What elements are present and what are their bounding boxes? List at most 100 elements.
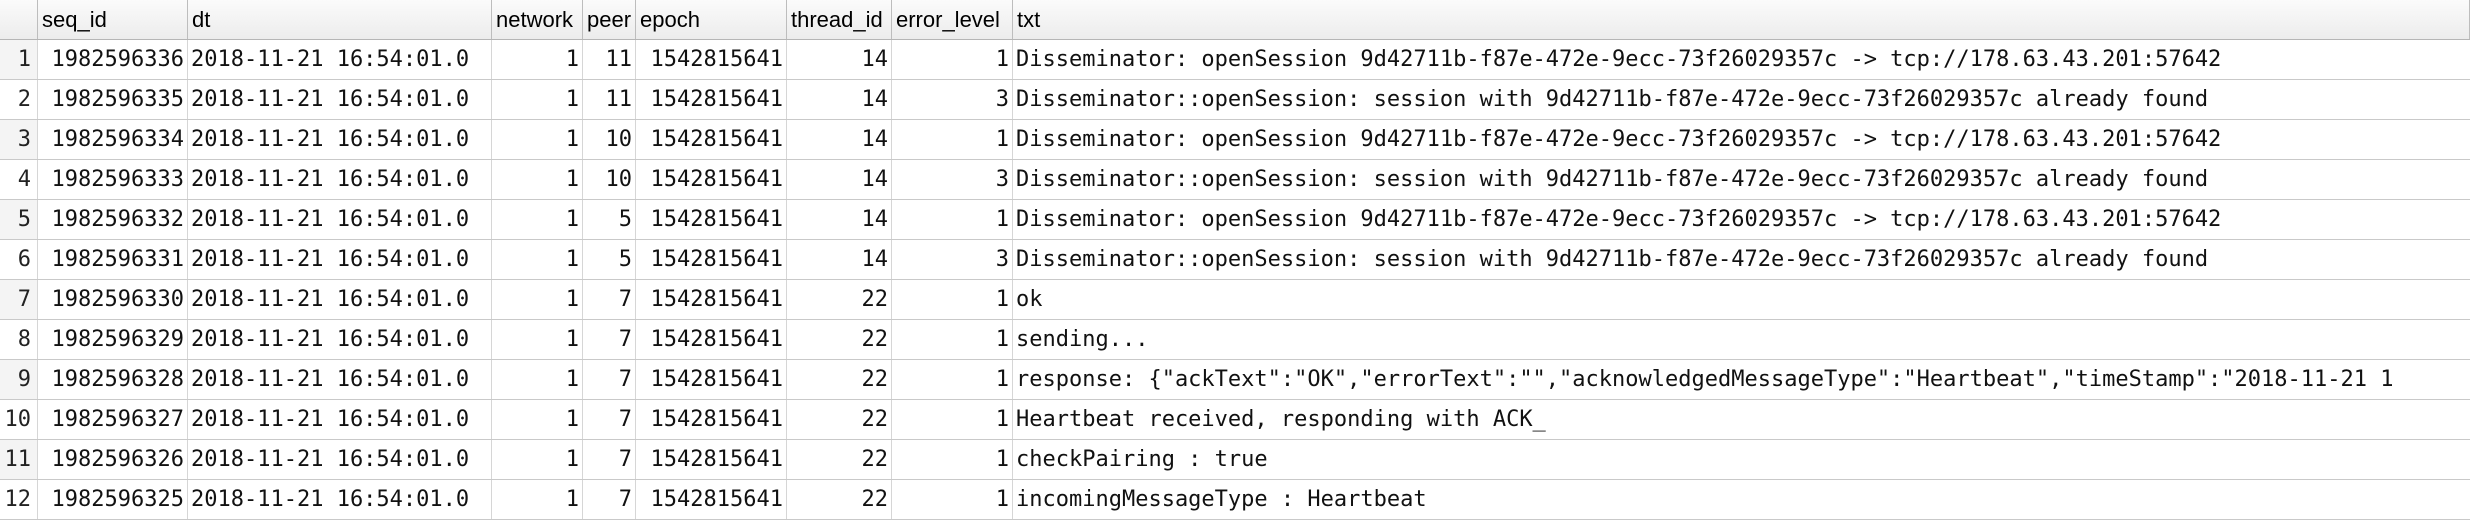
cell-peer[interactable]: 10 <box>583 160 636 199</box>
cell-dt[interactable]: 2018-11-21 16:54:01.0 <box>188 400 492 439</box>
table-row[interactable]: 11 1982596326 2018-11-21 16:54:01.0 1 7 15428… <box>0 440 2470 480</box>
cell-error-level[interactable]: 1 <box>892 200 1013 239</box>
column-header-thread-id[interactable]: thread_id <box>787 0 892 39</box>
cell-txt[interactable]: ok <box>1013 280 2470 319</box>
cell-seq-id[interactable]: 1982596326 <box>38 440 188 479</box>
cell-error-level[interactable]: 1 <box>892 320 1013 359</box>
table-row[interactable]: 6 1982596331 2018-11-21 16:54:01.0 1 5 154281… <box>0 240 2470 280</box>
cell-dt[interactable]: 2018-11-21 16:54:01.0 <box>188 120 492 159</box>
cell-thread-id[interactable]: 22 <box>787 480 892 519</box>
table-row[interactable]: 12 1982596325 2018-11-21 16:54:01.0 1 7 15428… <box>0 480 2470 520</box>
cell-network[interactable]: 1 <box>492 280 583 319</box>
cell-dt[interactable]: 2018-11-21 16:54:01.0 <box>188 440 492 479</box>
cell-peer[interactable]: 7 <box>583 320 636 359</box>
cell-peer[interactable]: 11 <box>583 40 636 79</box>
cell-txt[interactable]: Heartbeat received, responding with ACK_ <box>1013 400 2470 439</box>
table-row[interactable]: 5 1982596332 2018-11-21 16:54:01.0 1 5 154281… <box>0 200 2470 240</box>
column-header-peer[interactable]: peer <box>583 0 636 39</box>
cell-seq-id[interactable]: 1982596334 <box>38 120 188 159</box>
cell-thread-id[interactable]: 22 <box>787 280 892 319</box>
cell-peer[interactable]: 7 <box>583 400 636 439</box>
cell-thread-id[interactable]: 14 <box>787 160 892 199</box>
table-row[interactable]: 3 1982596334 2018-11-21 16:54:01.0 1 10 15428… <box>0 120 2470 160</box>
cell-error-level[interactable]: 1 <box>892 120 1013 159</box>
cell-network[interactable]: 1 <box>492 200 583 239</box>
cell-peer[interactable]: 7 <box>583 480 636 519</box>
cell-txt[interactable]: Disseminator: openSession 9d42711b-f87e-… <box>1013 40 2470 79</box>
row-number[interactable]: 2 <box>0 80 38 119</box>
cell-epoch[interactable]: 1542815641 <box>636 40 787 79</box>
row-number[interactable]: 11 <box>0 440 38 479</box>
row-number[interactable]: 8 <box>0 320 38 359</box>
table-row[interactable]: 7 1982596330 2018-11-21 16:54:01.0 1 7 154281… <box>0 280 2470 320</box>
cell-error-level[interactable]: 1 <box>892 280 1013 319</box>
row-number[interactable]: 3 <box>0 120 38 159</box>
cell-network[interactable]: 1 <box>492 240 583 279</box>
cell-dt[interactable]: 2018-11-21 16:54:01.0 <box>188 320 492 359</box>
cell-seq-id[interactable]: 1982596327 <box>38 400 188 439</box>
cell-seq-id[interactable]: 1982596336 <box>38 40 188 79</box>
cell-dt[interactable]: 2018-11-21 16:54:01.0 <box>188 160 492 199</box>
row-number[interactable]: 10 <box>0 400 38 439</box>
cell-txt[interactable]: Disseminator::openSession: session with … <box>1013 240 2470 279</box>
cell-error-level[interactable]: 1 <box>892 440 1013 479</box>
cell-epoch[interactable]: 1542815641 <box>636 160 787 199</box>
cell-txt[interactable]: response: {"ackText":"OK","errorText":""… <box>1013 360 2470 399</box>
cell-txt[interactable]: Disseminator::openSession: session with … <box>1013 160 2470 199</box>
cell-network[interactable]: 1 <box>492 120 583 159</box>
cell-peer[interactable]: 5 <box>583 240 636 279</box>
cell-txt[interactable]: Disseminator::openSession: session with … <box>1013 80 2470 119</box>
cell-thread-id[interactable]: 14 <box>787 40 892 79</box>
cell-epoch[interactable]: 1542815641 <box>636 280 787 319</box>
cell-error-level[interactable]: 1 <box>892 360 1013 399</box>
cell-epoch[interactable]: 1542815641 <box>636 400 787 439</box>
cell-peer[interactable]: 11 <box>583 80 636 119</box>
column-header-network[interactable]: network <box>492 0 583 39</box>
cell-epoch[interactable]: 1542815641 <box>636 320 787 359</box>
cell-seq-id[interactable]: 1982596329 <box>38 320 188 359</box>
cell-dt[interactable]: 2018-11-21 16:54:01.0 <box>188 360 492 399</box>
results-grid[interactable]: seq_id dt network peer epoch thread_id e… <box>0 0 2470 520</box>
table-row[interactable]: 9 1982596328 2018-11-21 16:54:01.0 1 7 154281… <box>0 360 2470 400</box>
cell-txt[interactable]: Disseminator: openSession 9d42711b-f87e-… <box>1013 120 2470 159</box>
cell-epoch[interactable]: 1542815641 <box>636 360 787 399</box>
cell-thread-id[interactable]: 22 <box>787 400 892 439</box>
column-header-error-level[interactable]: error_level <box>892 0 1013 39</box>
row-number[interactable]: 1 <box>0 40 38 79</box>
cell-peer[interactable]: 7 <box>583 280 636 319</box>
row-number[interactable]: 7 <box>0 280 38 319</box>
cell-dt[interactable]: 2018-11-21 16:54:01.0 <box>188 80 492 119</box>
row-number[interactable]: 6 <box>0 240 38 279</box>
cell-thread-id[interactable]: 14 <box>787 80 892 119</box>
cell-thread-id[interactable]: 22 <box>787 360 892 399</box>
cell-error-level[interactable]: 3 <box>892 240 1013 279</box>
cell-peer[interactable]: 5 <box>583 200 636 239</box>
cell-network[interactable]: 1 <box>492 40 583 79</box>
cell-dt[interactable]: 2018-11-21 16:54:01.0 <box>188 40 492 79</box>
cell-thread-id[interactable]: 14 <box>787 240 892 279</box>
cell-network[interactable]: 1 <box>492 80 583 119</box>
cell-epoch[interactable]: 1542815641 <box>636 240 787 279</box>
cell-dt[interactable]: 2018-11-21 16:54:01.0 <box>188 480 492 519</box>
cell-thread-id[interactable]: 14 <box>787 120 892 159</box>
cell-network[interactable]: 1 <box>492 480 583 519</box>
row-number[interactable]: 9 <box>0 360 38 399</box>
row-number[interactable]: 5 <box>0 200 38 239</box>
table-row[interactable]: 10 1982596327 2018-11-21 16:54:01.0 1 7 15428… <box>0 400 2470 440</box>
cell-dt[interactable]: 2018-11-21 16:54:01.0 <box>188 280 492 319</box>
table-row[interactable]: 2 1982596335 2018-11-21 16:54:01.0 1 11 15428… <box>0 80 2470 120</box>
column-header-txt[interactable]: txt <box>1013 0 2470 39</box>
cell-seq-id[interactable]: 1982596325 <box>38 480 188 519</box>
row-number-header[interactable] <box>0 0 38 39</box>
cell-error-level[interactable]: 1 <box>892 40 1013 79</box>
cell-dt[interactable]: 2018-11-21 16:54:01.0 <box>188 200 492 239</box>
cell-epoch[interactable]: 1542815641 <box>636 80 787 119</box>
cell-txt[interactable]: checkPairing : true <box>1013 440 2470 479</box>
cell-epoch[interactable]: 1542815641 <box>636 200 787 239</box>
cell-txt[interactable]: sending... <box>1013 320 2470 359</box>
cell-network[interactable]: 1 <box>492 360 583 399</box>
cell-network[interactable]: 1 <box>492 160 583 199</box>
cell-epoch[interactable]: 1542815641 <box>636 120 787 159</box>
cell-network[interactable]: 1 <box>492 400 583 439</box>
cell-seq-id[interactable]: 1982596331 <box>38 240 188 279</box>
